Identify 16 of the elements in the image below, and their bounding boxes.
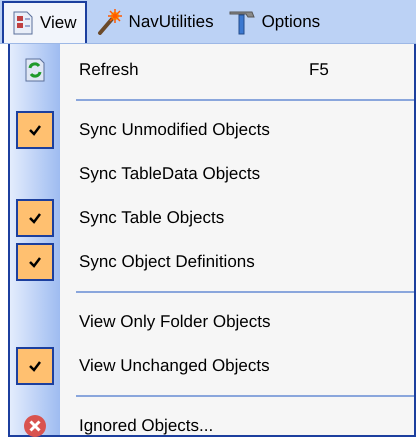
hammer-icon	[228, 9, 256, 35]
menu-item[interactable]: Sync TableData Objects	[10, 152, 414, 196]
menu-item[interactable]: Sync Unmodified Objects	[10, 108, 414, 152]
menu-bar-item[interactable]: Options	[222, 1, 326, 43]
menu-bar-item[interactable]: NavUtilities	[90, 1, 220, 43]
menu-bar-item[interactable]: View	[2, 1, 87, 43]
magic-wand-icon	[96, 9, 123, 35]
menu-item[interactable]: View Unchanged Objects	[10, 344, 414, 388]
menu-item[interactable]: Sync Object Definitions	[10, 240, 414, 284]
document-icon	[12, 11, 34, 35]
shortcut-label: F5	[309, 59, 329, 82]
menu-item[interactable]: Sync Table Objects	[10, 196, 414, 240]
menu-item[interactable]: View Only Folder Objects	[10, 300, 414, 344]
refresh-icon	[24, 58, 46, 82]
menu-item[interactable]: Ignored Objects...	[10, 404, 414, 441]
menu-item[interactable]: Refresh F5	[10, 48, 414, 92]
